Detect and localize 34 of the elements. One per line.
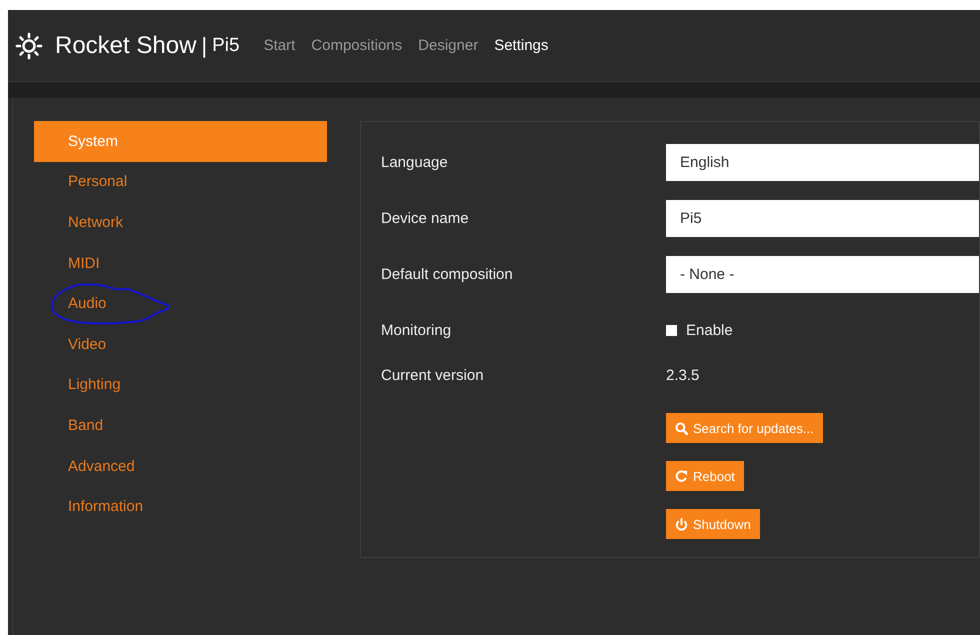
sidebar-item[interactable]: Audio <box>34 283 327 324</box>
device-name: Pi5 <box>212 34 240 56</box>
app-title: Rocket Show <box>55 32 196 60</box>
refresh-icon <box>675 470 688 482</box>
sidebar-item[interactable]: MIDI <box>34 242 327 284</box>
nav-link[interactable]: Start <box>264 37 296 54</box>
sidebar-item[interactable]: Band <box>34 405 327 446</box>
nav-link[interactable]: Settings <box>494 37 548 54</box>
sun-icon <box>13 30 45 62</box>
sidebar-item[interactable]: Personal <box>34 162 327 202</box>
field-label: Language <box>381 154 449 171</box>
nav-link[interactable]: Compositions <box>311 37 402 54</box>
title-separator: | <box>201 32 208 58</box>
field-label: Monitoring <box>381 322 452 338</box>
dropdown-field[interactable]: English <box>666 144 979 181</box>
enable-checkbox[interactable]: Enable <box>666 322 733 338</box>
action-button[interactable]: Search for updates... <box>666 413 823 443</box>
sidebar-item[interactable]: Video <box>34 324 327 365</box>
dropdown-field[interactable]: - None - <box>666 256 979 293</box>
action-button[interactable]: Reboot <box>666 461 744 491</box>
sidebar-item[interactable]: Information <box>34 486 327 527</box>
sidebar-item[interactable]: Advanced <box>34 446 327 486</box>
field-label: Device name <box>381 210 470 227</box>
version-value: 2.3.5 <box>666 367 700 384</box>
nav-link[interactable]: Designer <box>418 37 478 54</box>
field-label: Current version <box>381 367 485 384</box>
search-icon <box>675 422 688 434</box>
sidebar-item[interactable]: Network <box>34 202 327 243</box>
action-button[interactable]: Shutdown <box>666 509 760 539</box>
sidebar-item[interactable]: System <box>34 121 327 162</box>
power-icon <box>675 518 688 530</box>
sidebar-item[interactable]: Lighting <box>34 364 327 406</box>
field-label: Default composition <box>381 266 514 283</box>
input-field[interactable]: Pi5 <box>666 200 979 237</box>
